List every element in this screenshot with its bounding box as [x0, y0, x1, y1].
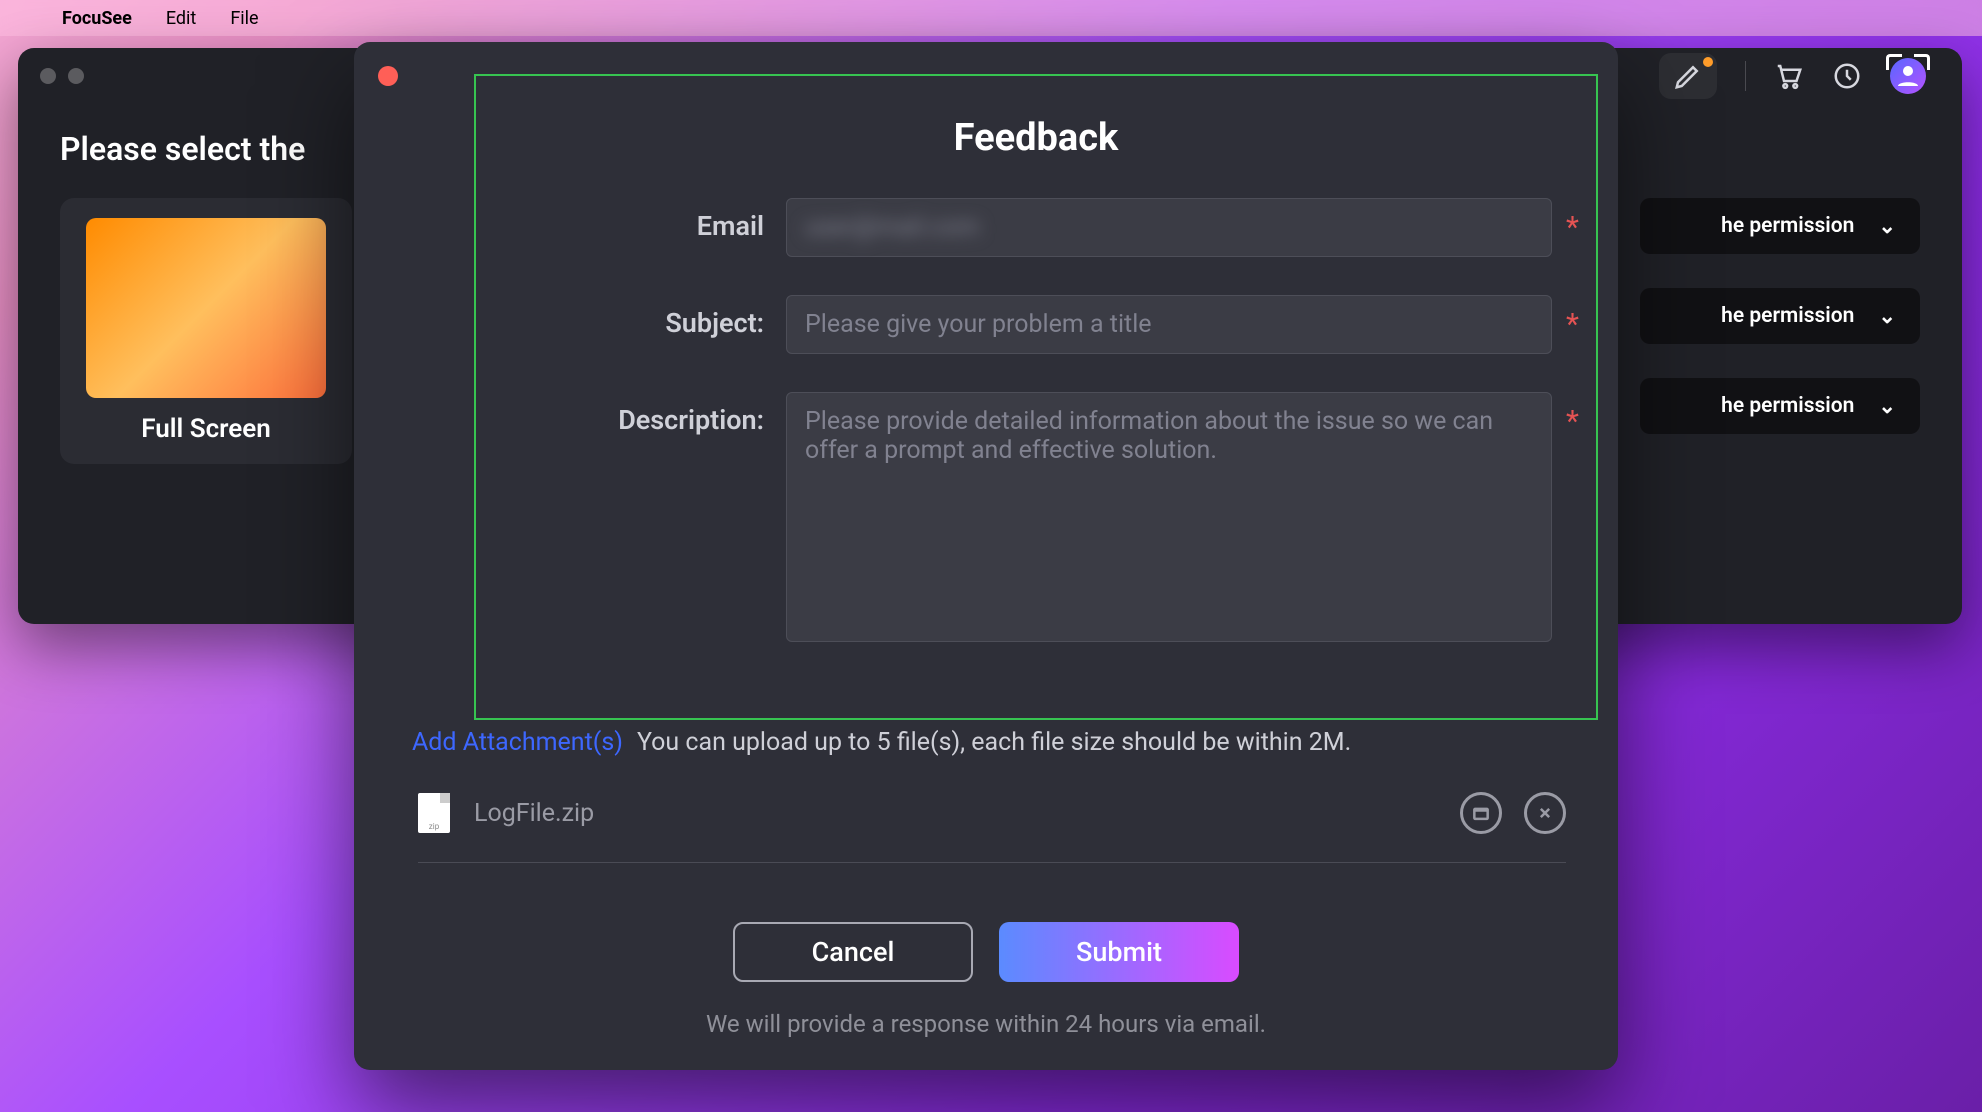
close-dot-icon[interactable] [40, 68, 56, 84]
menu-app-name[interactable]: FocuSee [62, 8, 132, 29]
cancel-button[interactable]: Cancel [733, 922, 973, 982]
feedback-title: Feedback [476, 116, 1596, 160]
permission-button-2[interactable]: he permission ⌄ [1640, 288, 1920, 344]
required-icon: * [1552, 392, 1579, 439]
email-field[interactable]: user@mail.com [786, 198, 1552, 257]
menu-bar: FocuSee Edit File [0, 0, 1982, 36]
remove-attachment-icon[interactable] [1524, 792, 1566, 834]
attachment-row: zip LogFile.zip [418, 792, 1566, 863]
subject-label: Subject: [476, 295, 786, 339]
subject-input[interactable] [786, 295, 1552, 354]
notification-dot-icon [1703, 57, 1713, 67]
attachment-filename: LogFile.zip [474, 799, 594, 828]
fullscreen-card-label: Full Screen [86, 414, 326, 444]
minimize-dot-icon[interactable] [68, 68, 84, 84]
email-value: user@mail.com [805, 213, 979, 242]
feedback-modal: Feedback Email user@mail.com * Subject: … [354, 42, 1618, 1070]
permission-button-1[interactable]: he permission ⌄ [1640, 198, 1920, 254]
chevron-down-icon: ⌄ [1878, 304, 1896, 329]
required-icon: * [1552, 198, 1579, 245]
description-label: Description: [476, 392, 786, 436]
open-folder-icon[interactable] [1460, 792, 1502, 834]
menu-item-edit[interactable]: Edit [166, 8, 196, 29]
attachment-note: You can upload up to 5 file(s), each fil… [637, 728, 1351, 757]
desktop: FocuSee Edit File [0, 0, 1982, 1112]
chevron-down-icon: ⌄ [1878, 394, 1896, 419]
required-icon: * [1552, 295, 1579, 342]
submit-button[interactable]: Submit [999, 922, 1239, 982]
description-textarea[interactable] [786, 392, 1552, 642]
permission-label: he permission [1721, 214, 1854, 238]
chevron-down-icon: ⌄ [1878, 214, 1896, 239]
response-note: We will provide a response within 24 hou… [354, 1010, 1618, 1038]
feedback-form-frame: Feedback Email user@mail.com * Subject: … [474, 74, 1598, 720]
cart-icon[interactable] [1774, 61, 1804, 91]
permission-button-3[interactable]: he permission ⌄ [1640, 378, 1920, 434]
separator [1745, 61, 1746, 91]
edit-button[interactable] [1659, 53, 1717, 99]
fullscreen-thumbnail [86, 218, 326, 398]
add-attachment-link[interactable]: Add Attachment(s) [412, 728, 623, 757]
history-icon[interactable] [1832, 61, 1862, 91]
traffic-lights[interactable] [40, 68, 84, 84]
zip-file-icon: zip [418, 793, 450, 833]
profile-avatar[interactable] [1890, 58, 1926, 94]
email-label: Email [476, 198, 786, 242]
fullscreen-card[interactable]: Full Screen [60, 198, 352, 464]
menu-item-file[interactable]: File [230, 8, 258, 29]
close-icon[interactable] [378, 66, 398, 86]
permission-label: he permission [1721, 394, 1854, 418]
permission-label: he permission [1721, 304, 1854, 328]
